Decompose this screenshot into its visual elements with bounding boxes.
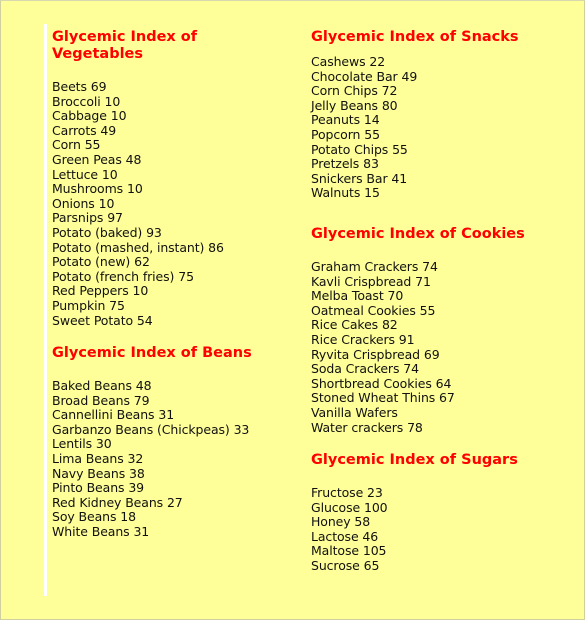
list-item: Peanuts 14: [311, 112, 380, 128]
list-cookies: Graham Crackers 74 Kavli Crispbread 71 Mel…: [311, 259, 581, 435]
list-item: Green Peas 48: [52, 151, 142, 167]
list-item: Soy Beans 18: [52, 509, 136, 525]
vertical-divider: [44, 24, 47, 596]
list-item: Glucose 100: [311, 499, 388, 515]
section-title-cookies: Glycemic Index of Cookies: [311, 226, 525, 242]
list-item: Popcorn 55: [311, 126, 380, 142]
list-item: Lettuce 10: [52, 166, 118, 182]
list-item: Cannellini Beans 31: [52, 407, 175, 423]
list-item: Potato (baked) 93: [52, 224, 162, 240]
list-item: Parsnips 97: [52, 210, 123, 226]
list-item: Pretzels 83: [311, 156, 379, 172]
list-item: Oatmeal Cookies 55: [311, 302, 436, 318]
section-title-vegetables: Glycemic Index of Vegetables: [52, 29, 198, 62]
list-item: Graham Crackers 74: [311, 259, 438, 274]
list-item: Potato (french fries) 75: [52, 268, 194, 284]
list-item: Pumpkin 75: [52, 297, 125, 313]
list-item: Lima Beans 32: [52, 450, 144, 466]
list-item: Water crackers 78: [311, 419, 423, 435]
section-vegetables: Glycemic Index of Vegetables Beets 69 Bro…: [52, 29, 292, 328]
list-item: Rice Crackers 91: [311, 331, 415, 347]
section-sugars: Glycemic Index of Sugars Fructose 23 Gluc…: [311, 452, 581, 574]
list-item: Melba Toast 70: [311, 288, 404, 304]
section-title-sugars: Glycemic Index of Sugars: [311, 452, 518, 468]
list-item: Cabbage 10: [52, 108, 127, 124]
list-item: Pinto Beans 39: [52, 480, 145, 496]
document-page: Glycemic Index of Vegetables Beets 69 Bro…: [0, 0, 585, 620]
list-item: Carrots 49: [52, 122, 117, 138]
list-item: Beets 69: [52, 79, 107, 94]
list-item: Fructose 23: [311, 485, 383, 500]
list-item: Ryvita Crispbread 69: [311, 346, 440, 362]
section-snacks: Glycemic Index of Snacks Cashews 22 Choco…: [311, 29, 581, 201]
list-item: Mushrooms 10: [52, 181, 143, 197]
list-item: Jelly Beans 80: [311, 97, 398, 113]
list-item: Chocolate Bar 49: [311, 68, 418, 84]
list-item: Walnuts 15: [311, 185, 380, 201]
section-title-beans: Glycemic Index of Beans: [52, 345, 252, 361]
list-item: Potato (new) 62: [52, 254, 150, 270]
list-snacks: Cashews 22 Chocolate Bar 49 Corn Chips 72 J…: [311, 54, 581, 201]
list-item: Rice Cakes 82: [311, 317, 398, 333]
list-item: Broad Beans 79: [52, 392, 150, 408]
list-item: Corn Chips 72: [311, 83, 398, 99]
list-item: Soda Crackers 74: [311, 361, 419, 377]
list-beans: Baked Beans 48 Broad Beans 79 Cannellini B…: [52, 378, 292, 540]
list-item: Cashews 22: [311, 54, 386, 69]
list-item: Kavli Crispbread 71: [311, 273, 431, 289]
list-item: Sucrose 65: [311, 557, 380, 573]
list-item: Broccoli 10: [52, 93, 121, 109]
list-item: Red Peppers 10: [52, 283, 149, 299]
list-item: Garbanzo Beans (Chickpeas) 33: [52, 421, 250, 437]
list-item: Potato Chips 55: [311, 141, 408, 157]
list-item: Baked Beans 48: [52, 378, 152, 393]
list-item: Maltose 105: [311, 543, 387, 559]
list-item: Onions 10: [52, 195, 115, 211]
list-item: Shortbread Cookies 64: [311, 375, 452, 391]
list-item: Corn 55: [52, 137, 101, 153]
list-vegetables: Beets 69 Broccoli 10 Cabbage 10 Carrots 49 C…: [52, 79, 292, 328]
section-title-snacks: Glycemic Index of Snacks: [311, 29, 519, 45]
list-item: Sweet Potato 54: [52, 312, 153, 328]
list-item: Navy Beans 38: [52, 465, 145, 481]
section-cookies: Glycemic Index of Cookies Graham Cracker…: [311, 226, 581, 435]
list-item: Vanilla Wafers: [311, 404, 398, 420]
list-item: Lactose 46: [311, 528, 379, 544]
list-item: Snickers Bar 41: [311, 170, 408, 186]
list-item: Red Kidney Beans 27: [52, 494, 183, 510]
list-item: Stoned Wheat Thins 67: [311, 390, 455, 406]
list-item: Honey 58: [311, 514, 371, 530]
list-item: Potato (mashed, instant) 86: [52, 239, 224, 255]
list-item: Lentils 30: [52, 436, 112, 452]
list-item: White Beans 31: [52, 523, 150, 539]
list-sugars: Fructose 23 Glucose 100 Honey 58 Lactose 46…: [311, 485, 581, 574]
section-beans: Glycemic Index of Beans Baked Beans 48 Br…: [52, 345, 292, 540]
